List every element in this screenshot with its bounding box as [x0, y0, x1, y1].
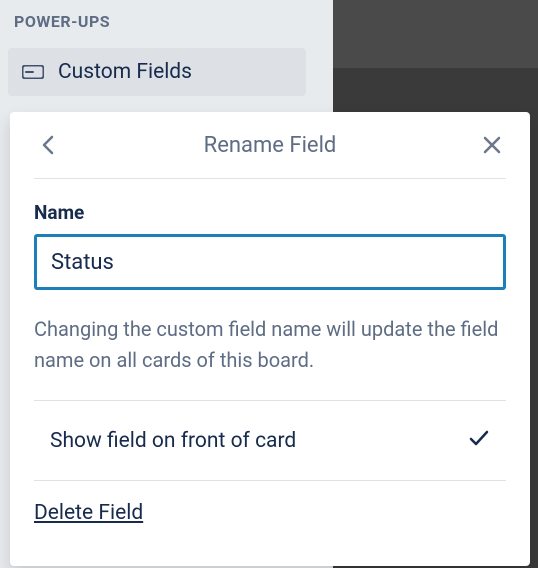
back-button[interactable]	[34, 131, 62, 159]
custom-fields-powerup-item[interactable]: Custom Fields	[8, 48, 306, 96]
rename-field-modal: Rename Field Name Changing the custom fi…	[10, 112, 530, 566]
modal-header: Rename Field	[34, 112, 506, 179]
custom-fields-icon	[22, 65, 44, 79]
modal-title: Rename Field	[204, 133, 337, 158]
close-button[interactable]	[478, 131, 506, 159]
check-icon	[468, 428, 506, 453]
chevron-left-icon	[41, 134, 55, 156]
name-section: Name	[34, 179, 506, 290]
custom-fields-label: Custom Fields	[58, 60, 192, 84]
close-icon	[482, 135, 502, 155]
rename-help-text: Changing the custom field name will upda…	[34, 314, 506, 401]
name-label: Name	[34, 201, 506, 224]
powerups-section-header: POWER-UPS	[14, 12, 110, 31]
delete-field-link[interactable]: Delete Field	[34, 501, 143, 525]
show-field-label: Show field on front of card	[34, 429, 296, 453]
show-field-on-front-toggle[interactable]: Show field on front of card	[34, 401, 506, 481]
field-name-input[interactable]	[34, 234, 506, 290]
